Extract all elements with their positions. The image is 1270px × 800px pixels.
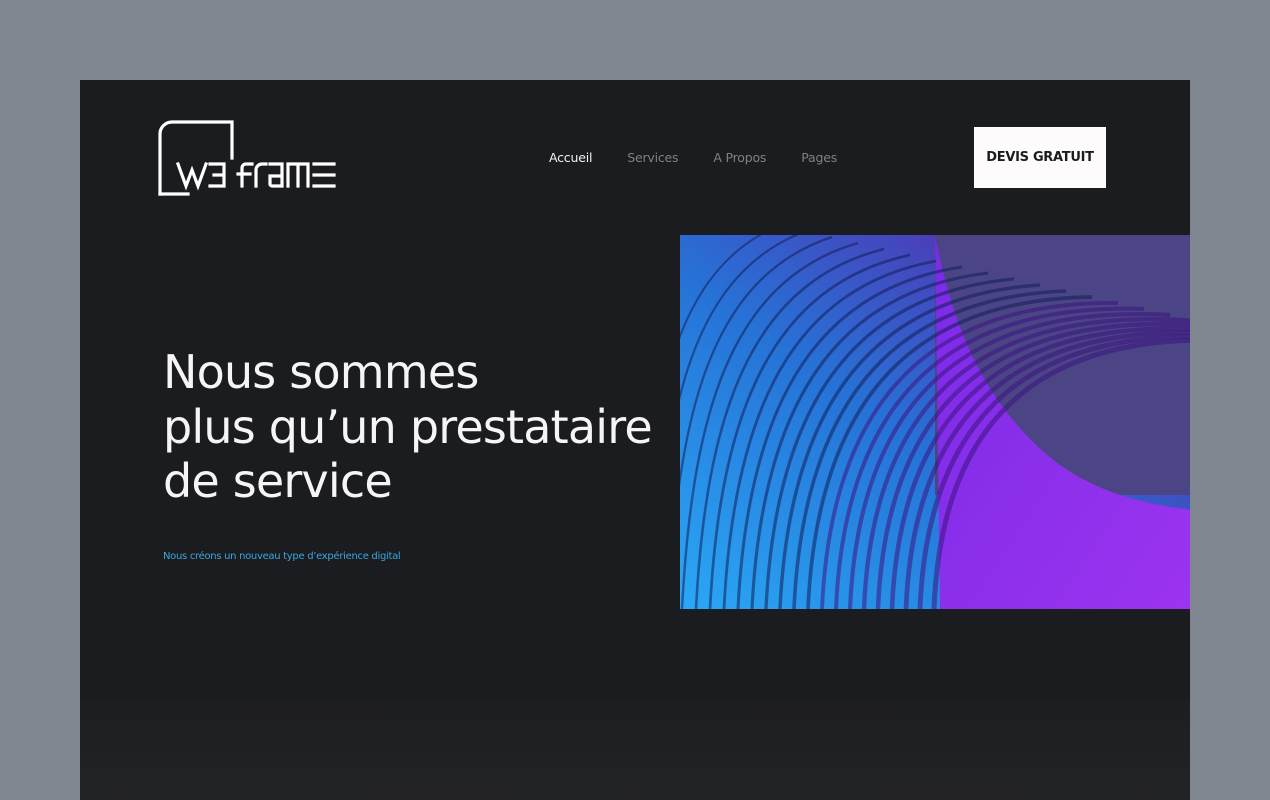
brand-logo[interactable] xyxy=(158,120,340,196)
hero-image xyxy=(680,235,1190,609)
hero-title-line-2: plus qu’un prestataire xyxy=(163,399,653,454)
w3frame-logo-icon xyxy=(158,120,336,196)
hero-subtitle: Nous créons un nouveau type d’expérience… xyxy=(163,551,401,562)
devis-gratuit-button[interactable]: DEVIS GRATUIT xyxy=(974,127,1106,188)
nav-item-accueil[interactable]: Accueil xyxy=(549,150,592,165)
nav-item-a-propos[interactable]: A Propos xyxy=(713,150,766,165)
abstract-ribbons-image xyxy=(680,235,1190,609)
nav-item-pages[interactable]: Pages xyxy=(801,150,837,165)
hero-title: Nous sommes plus qu’un prestataire de se… xyxy=(163,345,653,509)
main-nav: Accueil Services A Propos Pages xyxy=(549,150,837,165)
hero-title-line-3: de service xyxy=(163,454,393,508)
next-section-preview xyxy=(80,700,1190,800)
hero-title-line-1: Nous sommes xyxy=(163,345,479,399)
landing-page: Accueil Services A Propos Pages DEVIS GR… xyxy=(80,80,1190,800)
nav-item-services[interactable]: Services xyxy=(627,150,678,165)
